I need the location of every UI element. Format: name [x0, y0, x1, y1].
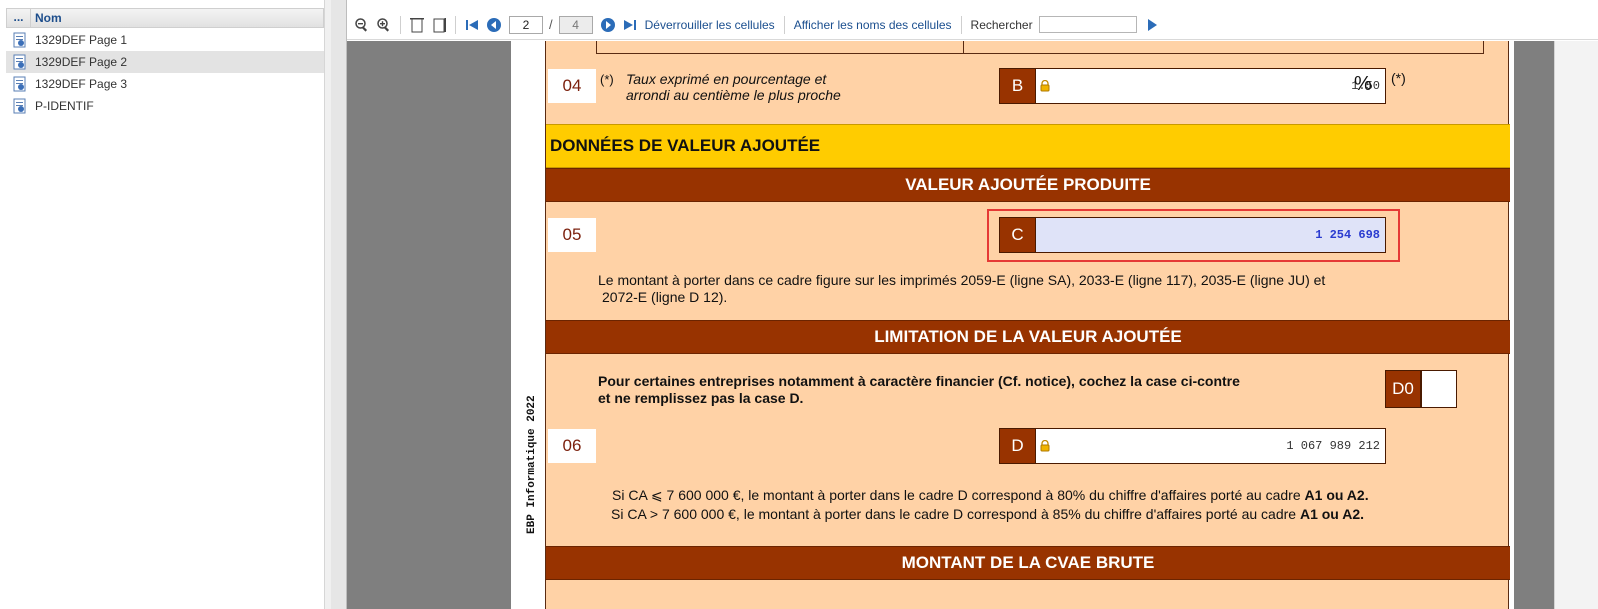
search-label: Rechercher: [970, 17, 1033, 32]
vendor-label-text: EBP Informatique 2022: [526, 395, 538, 534]
current-page-input[interactable]: 2: [509, 15, 543, 34]
tree-item-label: P-IDENTIF: [35, 99, 94, 113]
lock-icon: [1040, 80, 1050, 92]
next-page-icon: [600, 17, 615, 32]
fit-width-icon: [433, 17, 446, 32]
fit-page-icon: [410, 17, 424, 32]
row-number-04: 04: [548, 69, 596, 103]
zoom-in-icon: [377, 17, 390, 32]
tree-item-page-2[interactable]: 1329DEF Page 2: [6, 51, 324, 73]
tree-scrollbar[interactable]: [324, 0, 331, 609]
toolbar-separator: [960, 15, 962, 34]
form-page: EBP Informatique 2022 04 (*) Taux exprim…: [511, 41, 1514, 609]
tree-header-menu-button[interactable]: ...: [7, 9, 31, 27]
fit-width-button[interactable]: [428, 14, 450, 36]
lock-icon: [1040, 440, 1050, 452]
row05-note-line1: Le montant à porter dans ce cadre figure…: [598, 272, 1326, 288]
fit-page-button[interactable]: [406, 14, 428, 36]
row06-note-line2-text: Si CA > 7 600 000 €, le montant à porter…: [611, 506, 1300, 522]
last-page-icon: [623, 19, 636, 30]
first-page-button[interactable]: [461, 14, 483, 36]
tree-header: ... Nom: [6, 8, 324, 28]
row05-note-line2: 2072-E (ligne D 12).: [602, 289, 728, 305]
show-cell-names-link[interactable]: Afficher les noms des cellules: [790, 18, 956, 32]
section-title: DONNÉES DE VALEUR AJOUTÉE: [546, 124, 1510, 168]
vendor-vertical-label: EBP Informatique 2022: [515, 381, 545, 541]
zoom-out-button[interactable]: [351, 14, 373, 36]
field-d0[interactable]: D0: [1385, 370, 1421, 408]
active-field-highlight: [987, 209, 1400, 262]
field-code: D0: [1386, 371, 1420, 407]
row04-note-line2: arrondi au centième le plus proche: [626, 87, 841, 103]
unlock-cells-link[interactable]: Déverrouiller les cellules: [641, 18, 779, 32]
field-code: B: [1000, 69, 1036, 103]
viewer-toolbar: 2 / 4 Déverrouiller les cellules Affiche…: [347, 10, 1598, 40]
toolbar-separator: [455, 15, 456, 34]
banner-cvae: MONTANT DE LA CVAE BRUTE: [546, 546, 1510, 580]
tree-header-name-column[interactable]: Nom: [31, 11, 62, 25]
document-viewport: EBP Informatique 2022 04 (*) Taux exprim…: [347, 41, 1554, 609]
search-go-icon: [1147, 18, 1157, 31]
tree-item-page-1[interactable]: 1329DEF Page 1: [6, 29, 324, 51]
banner-value-added: VALEUR AJOUTÉE PRODUITE: [546, 168, 1510, 202]
form-page-icon: [12, 54, 28, 70]
file-tree-panel: ... Nom 1329DEF Page 1 1329DEF Page 2 13…: [0, 0, 331, 609]
tree-item-label: 1329DEF Page 2: [35, 55, 128, 69]
form-page-icon: [12, 76, 28, 92]
row06-note-line2-bold: A1 ou A2.: [1299, 506, 1365, 522]
search-input[interactable]: [1038, 16, 1137, 33]
form-body: 04 (*) Taux exprimé en pourcentage et ar…: [545, 41, 1510, 609]
previous-page-icon: [487, 17, 501, 32]
next-page-button[interactable]: [597, 14, 619, 36]
total-pages-field: 4: [558, 15, 593, 34]
first-page-icon: [466, 19, 478, 30]
limitation-note-line2: et ne remplissez pas la case D.: [598, 390, 804, 406]
tree-item-p-identif[interactable]: P-IDENTIF: [6, 95, 324, 117]
row-number-06: 06: [548, 429, 596, 463]
tree-item-page-3[interactable]: 1329DEF Page 3: [6, 73, 324, 95]
previous-row-box: [596, 41, 964, 54]
row04-asterisk-right: (*): [1391, 70, 1406, 86]
field-d[interactable]: D 1 067 989 212: [999, 428, 1386, 464]
search-go-button[interactable]: [1141, 14, 1163, 36]
row06-note-line2: Si CA > 7 600 000 €, le montant à porter…: [611, 506, 1364, 523]
toolbar-separator: [400, 15, 401, 34]
field-code: D: [1000, 429, 1036, 463]
row06-note-line1-bold: A1 ou A2.: [1304, 487, 1369, 503]
previous-row-box: [964, 41, 1484, 54]
last-page-button[interactable]: [619, 14, 641, 36]
zoom-out-icon: [355, 17, 368, 32]
previous-page-button[interactable]: [483, 14, 505, 36]
row04-asterisk: (*): [600, 72, 614, 87]
page-separator: /: [549, 17, 553, 32]
form-page-icon: [12, 32, 28, 48]
row04-note-line1: Taux exprimé en pourcentage et: [626, 71, 827, 87]
row06-note-line1-text: Si CA ⩽ 7 600 000 €, le montant à porter…: [612, 487, 1305, 503]
tree-list: 1329DEF Page 1 1329DEF Page 2 1329DEF Pa…: [6, 29, 324, 117]
tree-item-label: 1329DEF Page 1: [35, 33, 128, 47]
document-scrollbar[interactable]: [1554, 41, 1598, 609]
row-number-05: 05: [548, 218, 596, 252]
row06-note-line1: Si CA ⩽ 7 600 000 €, le montant à porter…: [612, 487, 1369, 504]
field-b[interactable]: B 1.50: [999, 68, 1386, 104]
panel-splitter[interactable]: [331, 0, 347, 609]
limitation-note-line1: Pour certaines entreprises notamment à c…: [598, 373, 1240, 389]
toolbar-separator: [783, 15, 785, 34]
d0-checkbox[interactable]: [1421, 370, 1457, 408]
field-value: 1 067 989 212: [1286, 439, 1380, 453]
zoom-in-button[interactable]: [373, 14, 395, 36]
form-page-icon: [12, 98, 28, 114]
tree-item-label: 1329DEF Page 3: [35, 77, 128, 91]
percent-unit: %: [1354, 73, 1372, 95]
banner-limitation: LIMITATION DE LA VALEUR AJOUTÉE: [546, 320, 1510, 354]
